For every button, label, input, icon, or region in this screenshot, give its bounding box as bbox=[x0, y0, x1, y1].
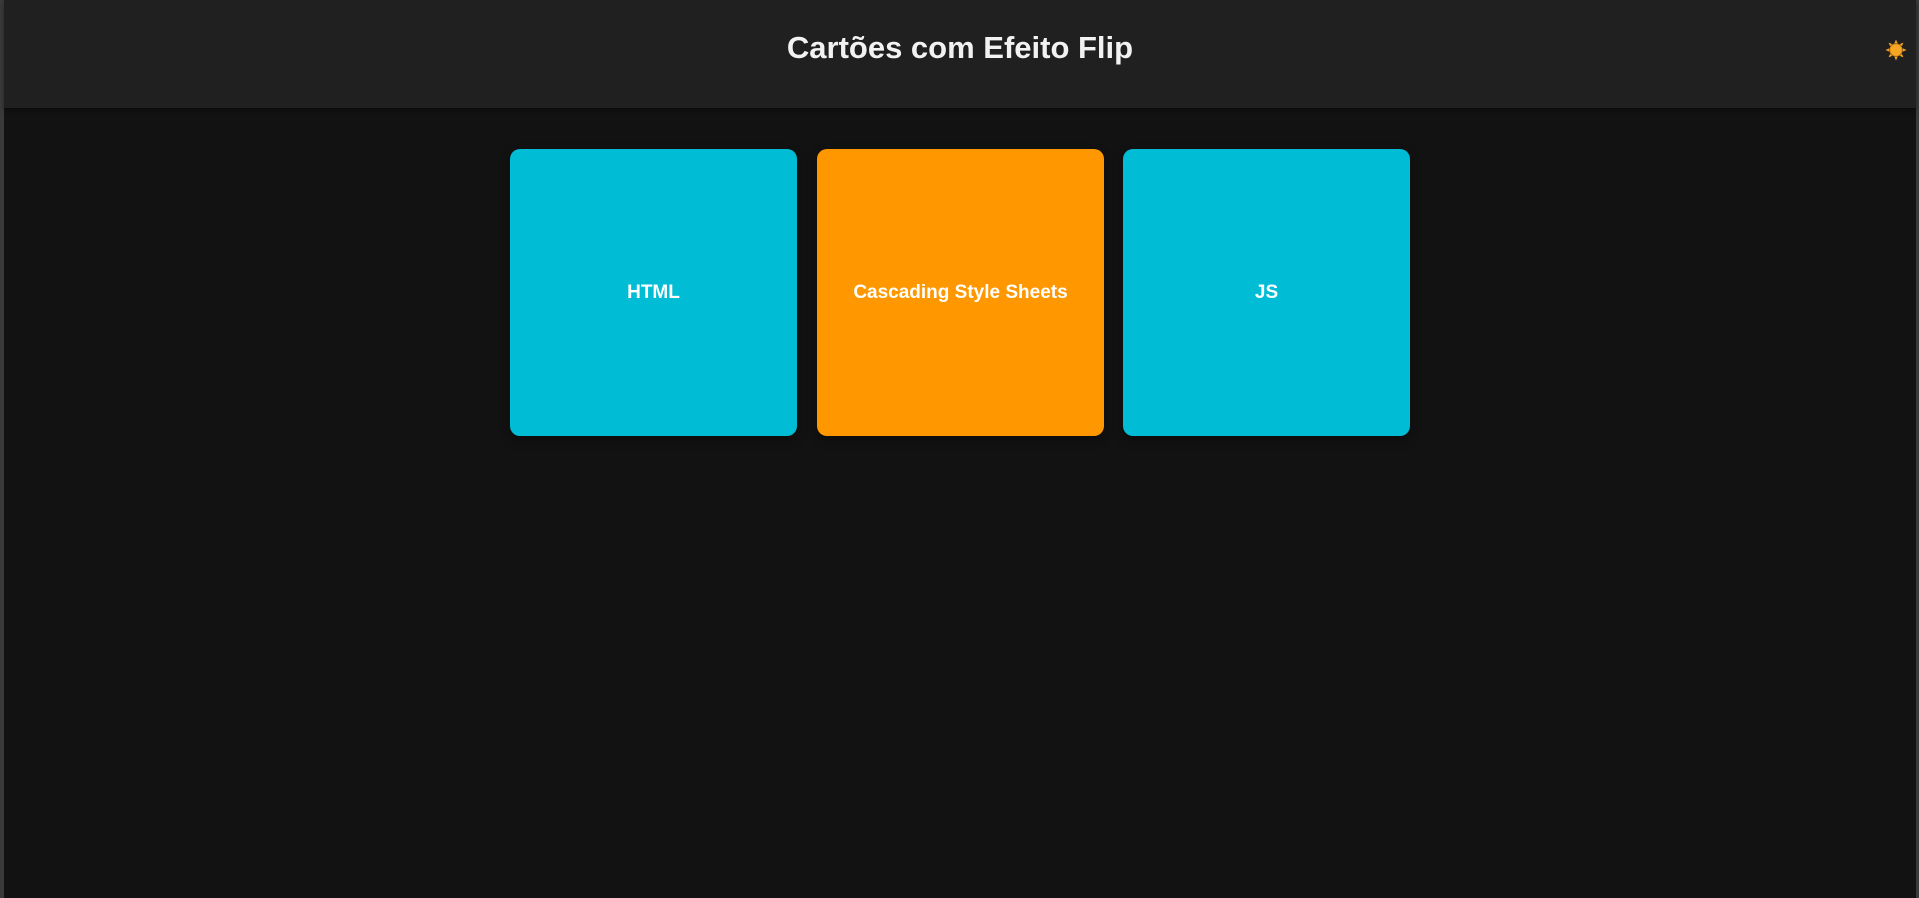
card-grid: HTML Cascading Style Sheets JS bbox=[4, 149, 1916, 436]
card-css[interactable]: Cascading Style Sheets bbox=[817, 149, 1104, 436]
page-title: Cartões com Efeito Flip bbox=[786, 30, 1134, 65]
page: Cartões com Efeito Flip HTML Cascading S… bbox=[4, 0, 1916, 898]
card-html[interactable]: HTML bbox=[510, 149, 797, 436]
card-label: HTML bbox=[627, 281, 680, 303]
card-label: Cascading Style Sheets bbox=[853, 281, 1068, 303]
card-label: JS bbox=[1254, 281, 1279, 303]
theme-toggle-button[interactable] bbox=[1884, 38, 1908, 62]
card-js[interactable]: JS bbox=[1123, 149, 1410, 436]
sun-icon bbox=[1885, 39, 1907, 61]
header: Cartões com Efeito Flip bbox=[4, 0, 1916, 108]
